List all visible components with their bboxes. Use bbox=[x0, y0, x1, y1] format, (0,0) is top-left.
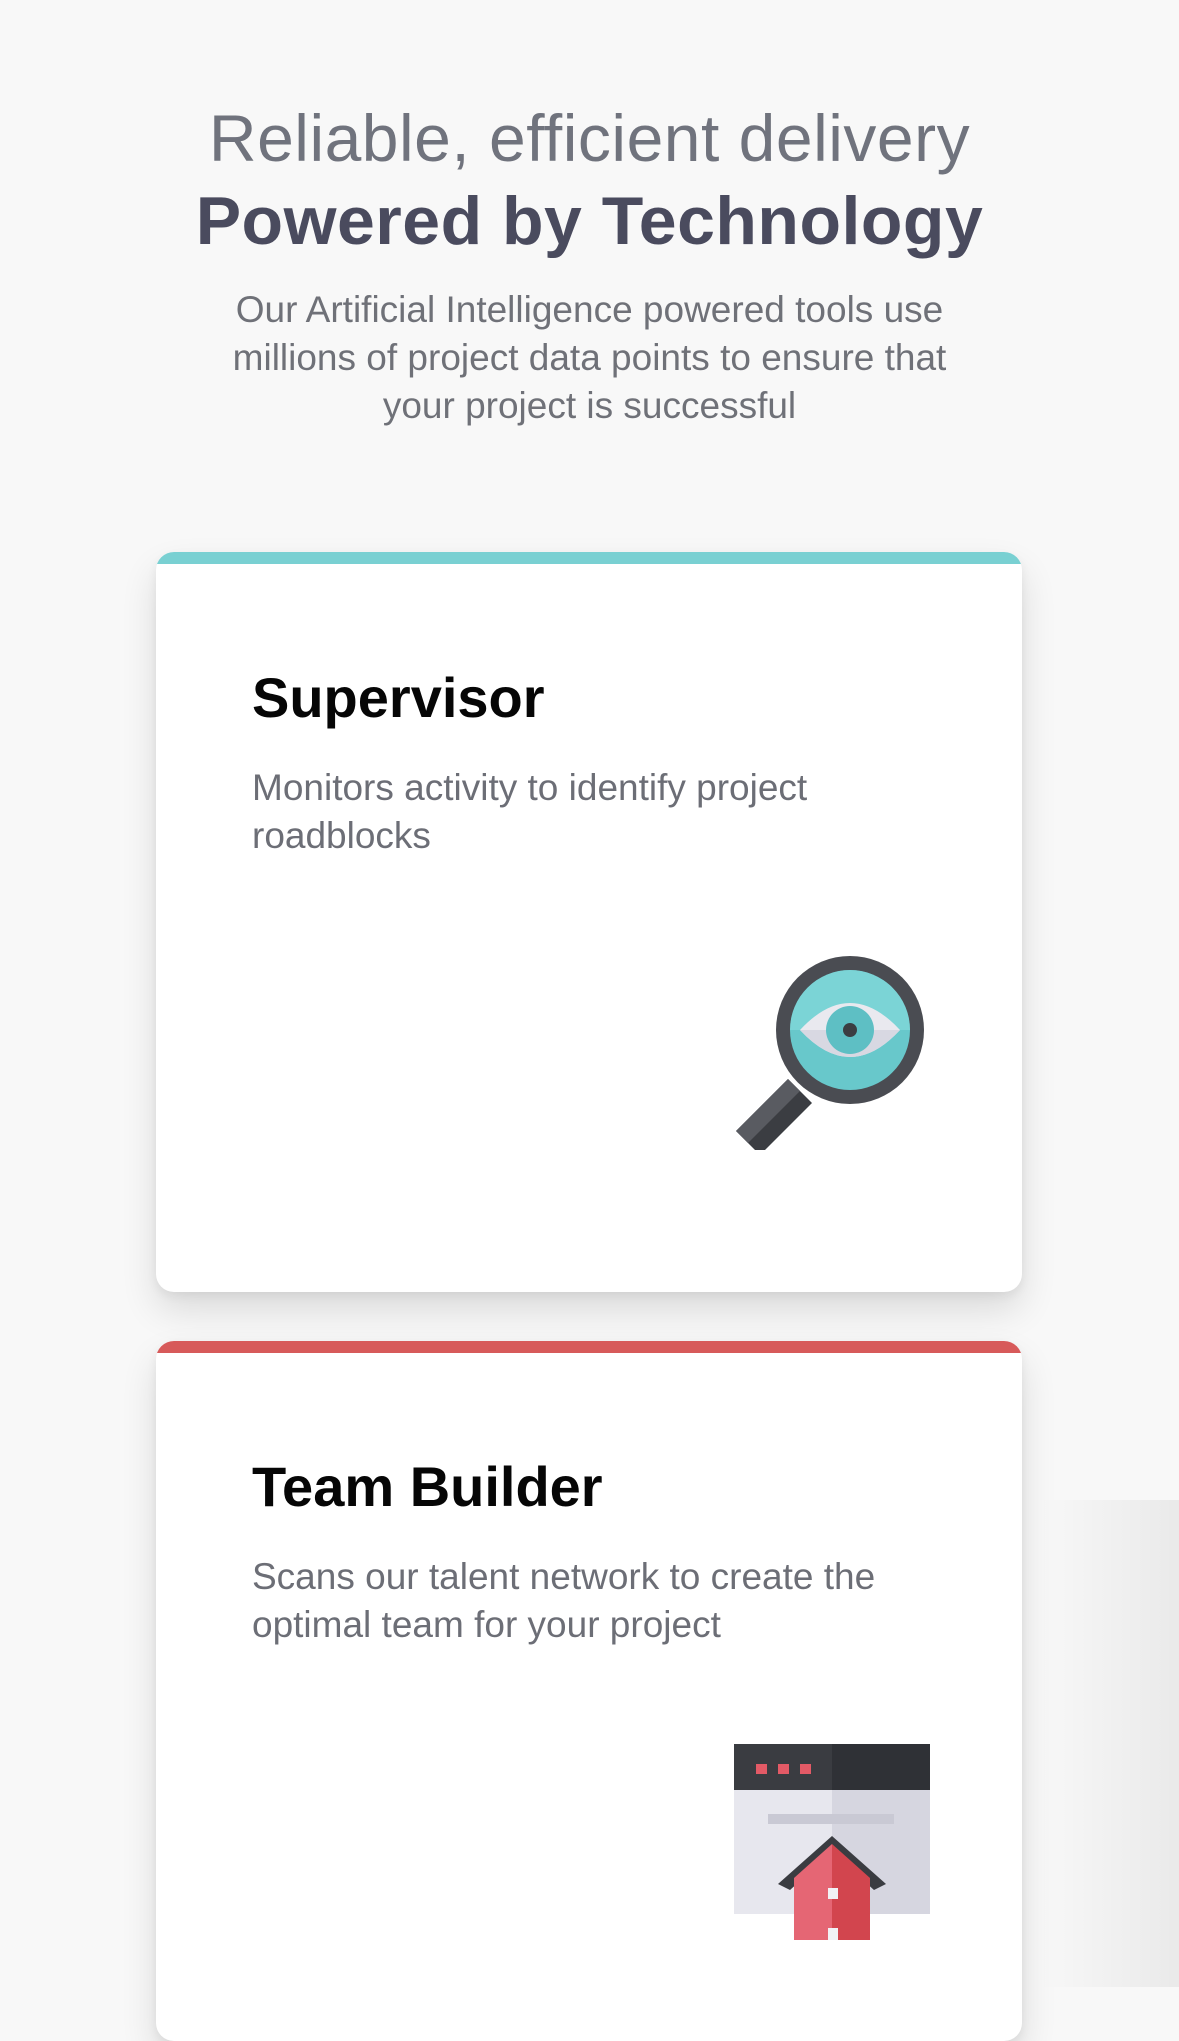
card-title: Team Builder bbox=[252, 1455, 603, 1518]
hero-subtitle: Our Artificial Intelligence powered tool… bbox=[232, 289, 947, 426]
hero-title: Powered by Technology bbox=[195, 183, 984, 259]
card-title: Supervisor bbox=[252, 666, 545, 729]
feature-card-team-builder[interactable]: Team Builder Scans our talent network to… bbox=[156, 1341, 1022, 2041]
hero-kicker: Reliable, efficient delivery bbox=[208, 101, 971, 175]
card-description: Scans our talent network to create the o… bbox=[252, 1556, 876, 1645]
card-accent-bar bbox=[156, 552, 1022, 564]
page: Reliable, efficient delivery Powered by … bbox=[0, 0, 1179, 2041]
feature-card-supervisor[interactable]: Supervisor Monitors activity to identify… bbox=[156, 552, 1022, 1292]
magnifier-eye-icon bbox=[736, 956, 924, 1150]
card-description: Monitors activity to identify project ro… bbox=[252, 767, 808, 856]
magnifier-handle bbox=[736, 1079, 812, 1150]
card-accent-bar bbox=[156, 1341, 1022, 1353]
edge-shadow bbox=[1039, 1500, 1179, 1987]
browser-house-icon bbox=[734, 1744, 930, 1940]
